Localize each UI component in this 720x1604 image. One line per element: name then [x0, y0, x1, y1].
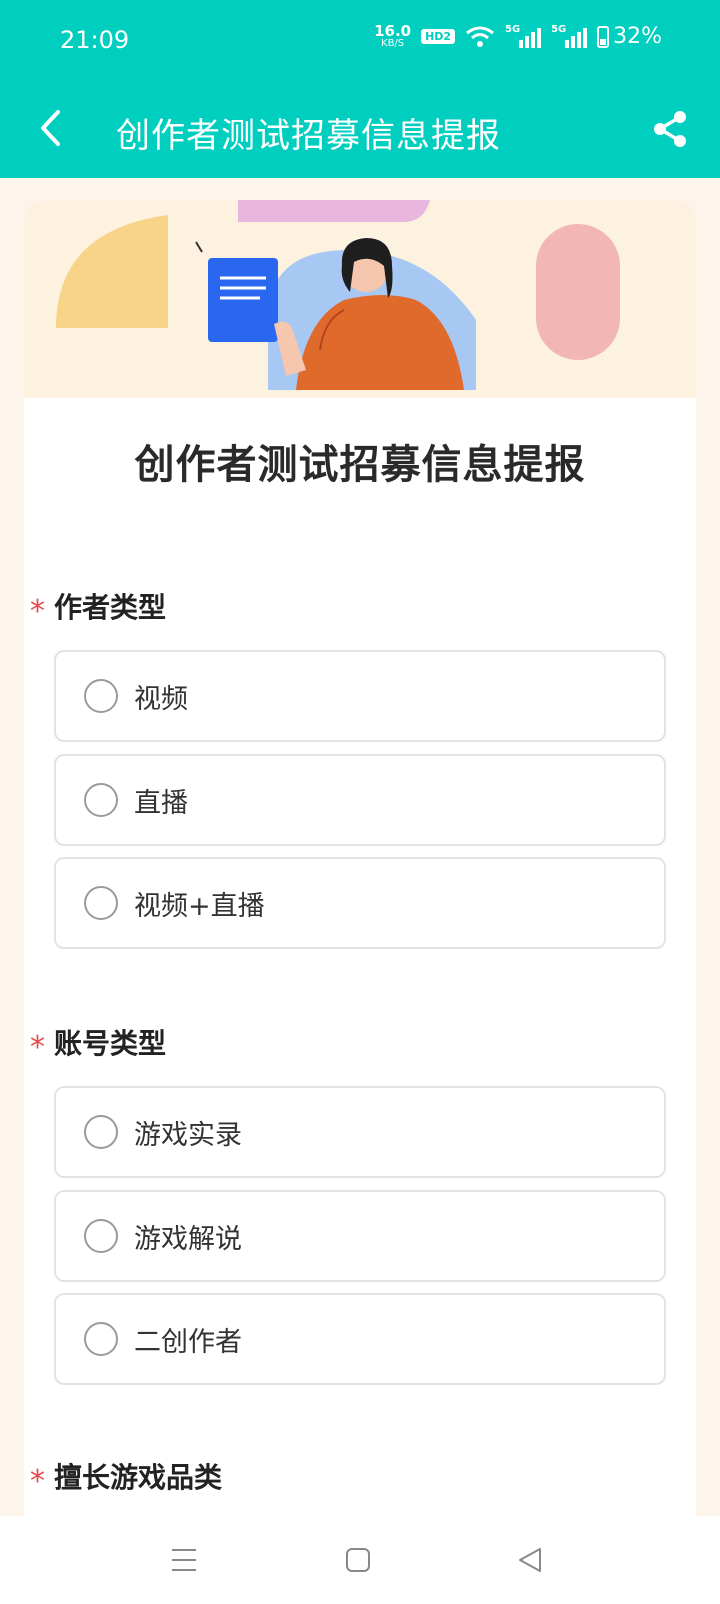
- option-video-live[interactable]: 视频+直播: [54, 857, 666, 949]
- network-speed-value: 16.0: [374, 22, 412, 40]
- battery-icon: [597, 25, 610, 48]
- question-label-author-type: 作者类型: [54, 591, 167, 624]
- status-bar: 21:09 16.0 KB/S HD2 5G 5G 32%: [0, 0, 720, 82]
- option-label: 直播: [134, 787, 188, 819]
- home-square-icon: [346, 1548, 370, 1572]
- form-heading: 创作者测试招募信息提报: [134, 442, 586, 488]
- hd-badge: HD2: [421, 29, 456, 44]
- radio-button[interactable]: [84, 1219, 118, 1253]
- option-label: 视频: [134, 683, 188, 715]
- wifi-icon: [466, 26, 495, 47]
- network-speed-unit: KB/S: [381, 38, 405, 49]
- option-game-commentary[interactable]: 游戏解说: [54, 1190, 666, 1282]
- signal-label: 5G: [551, 23, 567, 35]
- option-derivative-creator[interactable]: 二创作者: [54, 1293, 666, 1385]
- option-video[interactable]: 视频: [54, 650, 666, 742]
- signal-icon: 5G: [505, 23, 542, 48]
- option-game-recording[interactable]: 游戏实录: [54, 1086, 666, 1178]
- signal-label: 5G: [505, 23, 521, 35]
- option-label: 游戏实录: [134, 1119, 242, 1151]
- signal-icon: 5G: [551, 23, 588, 48]
- title-bar: 创作者测试招募信息提报: [0, 82, 720, 178]
- back-triangle-icon: [519, 1548, 541, 1572]
- share-button[interactable]: [648, 106, 692, 152]
- required-mark: *: [30, 1030, 45, 1065]
- back-nav-button[interactable]: [510, 1540, 550, 1580]
- required-mark: *: [30, 1464, 45, 1499]
- radio-button[interactable]: [84, 1322, 118, 1356]
- share-icon: [654, 111, 686, 147]
- banner-illustration: [24, 200, 696, 398]
- radio-button[interactable]: [84, 679, 118, 713]
- battery-percent: 32%: [613, 24, 662, 49]
- banner-artwork: [56, 200, 620, 390]
- radio-button[interactable]: [84, 886, 118, 920]
- status-time: 21:09: [60, 26, 130, 54]
- menu-icon: [172, 1549, 196, 1571]
- option-live[interactable]: 直播: [54, 754, 666, 846]
- radio-button[interactable]: [84, 783, 118, 817]
- system-nav-bar: [0, 1516, 720, 1604]
- form-card: 创作者测试招募信息提报 * 作者类型 视频 直播 视频+直播 * 账号类型 游戏…: [24, 200, 696, 1516]
- radio-button[interactable]: [84, 1115, 118, 1149]
- option-label: 游戏解说: [134, 1223, 242, 1255]
- required-mark: *: [30, 594, 45, 629]
- status-icons: 16.0 KB/S HD2 5G 5G 32%: [374, 23, 662, 50]
- option-label: 视频+直播: [134, 890, 265, 922]
- chevron-left-icon: [41, 110, 60, 146]
- home-button[interactable]: [338, 1540, 378, 1580]
- question-label-game-category: 擅长游戏品类: [54, 1461, 223, 1494]
- menu-button[interactable]: [164, 1540, 204, 1580]
- network-speed: 16.0 KB/S: [374, 24, 411, 49]
- question-label-account-type: 账号类型: [54, 1027, 167, 1060]
- back-button[interactable]: [30, 104, 70, 152]
- battery-indicator: 32%: [597, 24, 662, 49]
- page-title: 创作者测试招募信息提报: [116, 116, 501, 156]
- option-label: 二创作者: [134, 1326, 242, 1358]
